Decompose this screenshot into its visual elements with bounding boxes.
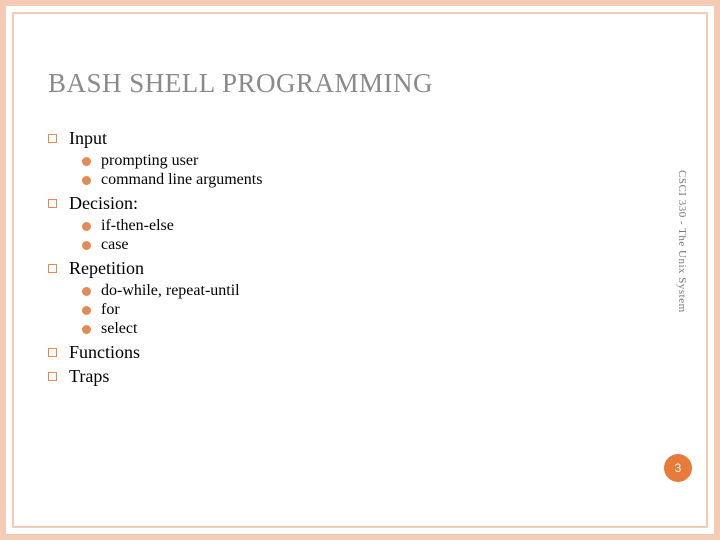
square-bullet-icon xyxy=(48,264,57,273)
list-item: Decision: xyxy=(48,193,608,214)
list-item: Repetition xyxy=(48,258,608,279)
sub-list-item: if-then-else xyxy=(82,217,608,235)
circle-bullet-icon xyxy=(82,325,91,334)
sub-list-item: command line arguments xyxy=(82,171,608,189)
page-number-badge: 3 xyxy=(664,454,692,482)
list-item-label: Repetition xyxy=(69,258,144,279)
sub-list-label: select xyxy=(101,320,137,338)
list-item-label: Functions xyxy=(69,342,140,363)
list-item: Input xyxy=(48,128,608,149)
sub-list-label: for xyxy=(101,301,120,319)
circle-bullet-icon xyxy=(82,306,91,315)
footer-text: CSCI 330 - The Unix System xyxy=(676,170,688,313)
sub-list-item: do-while, repeat-until xyxy=(82,282,608,300)
circle-bullet-icon xyxy=(82,176,91,185)
square-bullet-icon xyxy=(48,348,57,357)
circle-bullet-icon xyxy=(82,241,91,250)
sub-list-label: do-while, repeat-until xyxy=(101,282,240,300)
sub-list-item: select xyxy=(82,320,608,338)
sub-list-item: for xyxy=(82,301,608,319)
sub-list-label: command line arguments xyxy=(101,171,262,189)
sub-list-label: prompting user xyxy=(101,152,198,170)
circle-bullet-icon xyxy=(82,287,91,296)
square-bullet-icon xyxy=(48,134,57,143)
sub-list-item: case xyxy=(82,236,608,254)
circle-bullet-icon xyxy=(82,157,91,166)
slide-title: BASH SHELL PROGRAMMING xyxy=(48,68,433,99)
sub-list: if-then-else case xyxy=(82,217,608,254)
list-item: Functions xyxy=(48,342,608,363)
list-item-label: Input xyxy=(69,128,107,149)
bullet-list: Input prompting user command line argume… xyxy=(48,128,608,390)
list-item: Traps xyxy=(48,366,608,387)
circle-bullet-icon xyxy=(82,222,91,231)
sub-list: do-while, repeat-until for select xyxy=(82,282,608,338)
sub-list-label: case xyxy=(101,236,129,254)
list-item-label: Decision: xyxy=(69,193,138,214)
square-bullet-icon xyxy=(48,199,57,208)
sub-list-label: if-then-else xyxy=(101,217,174,235)
sub-list: prompting user command line arguments xyxy=(82,152,608,189)
square-bullet-icon xyxy=(48,372,57,381)
sub-list-item: prompting user xyxy=(82,152,608,170)
list-item-label: Traps xyxy=(69,366,109,387)
